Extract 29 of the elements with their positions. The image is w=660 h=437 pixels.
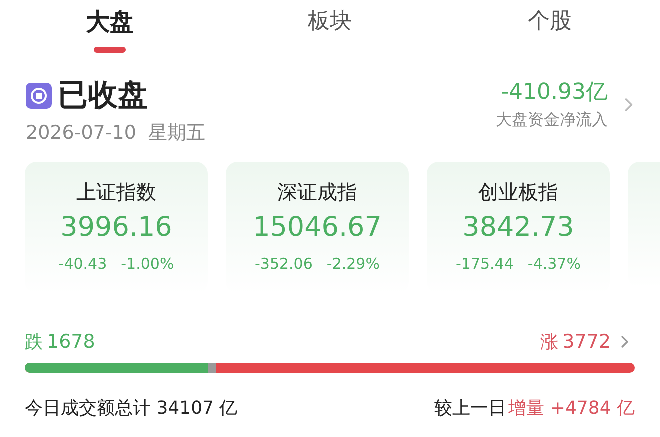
index-change: -40.43 bbox=[58, 254, 108, 275]
rise-count: 3772 bbox=[562, 330, 611, 355]
rise-label: 涨 bbox=[540, 330, 559, 355]
total-turnover: 今日成交额总计 34107 亿 bbox=[25, 396, 238, 420]
net-inflow-value: -410.93亿 bbox=[501, 79, 608, 107]
compare-label: 较上一日 bbox=[434, 396, 507, 420]
tab[interactable]: 大盘 bbox=[86, 4, 134, 40]
fall-count: 1678 bbox=[47, 330, 96, 355]
index-name: 深证成指 bbox=[278, 179, 358, 206]
tab[interactable]: 个股 bbox=[528, 4, 572, 40]
index-change-percent: -4.37% bbox=[528, 254, 581, 275]
index-change-percent: -1.00% bbox=[121, 254, 174, 275]
market-status: 已收盘 bbox=[58, 77, 148, 115]
index-value: 3996.16 bbox=[60, 211, 172, 245]
index-change-percent: -2.29% bbox=[326, 254, 380, 275]
index-change: -352.06 bbox=[255, 254, 313, 275]
weekday: 星期五 bbox=[148, 121, 206, 146]
net-inflow-label: 大盘资金净流入 bbox=[496, 109, 608, 131]
turnover-increase: 增量 +4784 亿 bbox=[508, 396, 635, 420]
date: 2026-07-10 bbox=[26, 121, 136, 146]
stop-icon bbox=[26, 83, 52, 109]
index-value: 3842.73 bbox=[462, 211, 574, 245]
index-change: -175.44 bbox=[456, 254, 514, 275]
fall-label: 跌 bbox=[25, 330, 43, 355]
index-name: 创业板指 bbox=[478, 179, 558, 206]
tab[interactable]: 板块 bbox=[308, 4, 352, 40]
active-tab-indicator bbox=[94, 47, 126, 53]
index-name: 上证指数 bbox=[76, 179, 156, 206]
index-value: 15046.67 bbox=[253, 211, 382, 245]
